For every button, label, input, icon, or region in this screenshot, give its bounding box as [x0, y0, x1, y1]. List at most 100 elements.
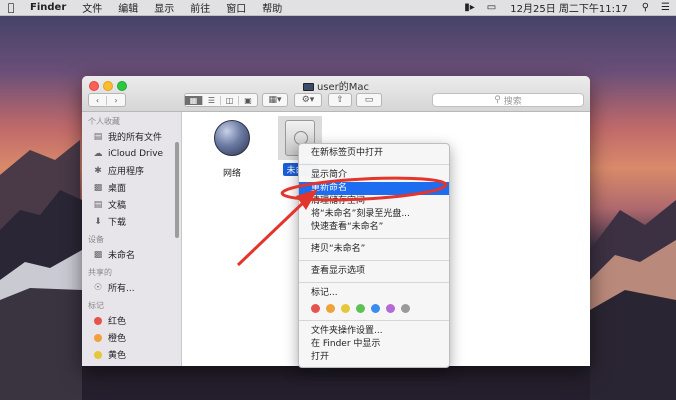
computer-icon: [302, 83, 314, 91]
network-globe-icon: [214, 120, 250, 156]
share-button[interactable]: ⇧: [328, 93, 352, 107]
sidebar-header-shared: 共享的: [88, 268, 112, 277]
battery-icon[interactable]: ▭: [481, 2, 502, 13]
menu-item-get-info[interactable]: 显示简介: [299, 169, 449, 182]
tag-color-yellow[interactable]: [341, 303, 350, 313]
search-icon: ⚲: [494, 95, 501, 105]
menu-item-quick-look[interactable]: 快速查看“未命名”: [299, 221, 449, 234]
apple-logo-icon[interactable]: : [0, 1, 22, 14]
file-item-label: 网络: [222, 169, 241, 179]
sidebar-item-label: 文稿: [108, 201, 127, 211]
menu-item-burn-to-disc[interactable]: 将“未命名”刻录至光盘...: [299, 208, 449, 221]
menu-item-rename[interactable]: 重新命名: [299, 182, 449, 195]
sidebar-item-all-files[interactable]: ▤ 我的所有文件: [82, 128, 181, 145]
menu-finder[interactable]: Finder: [22, 2, 74, 13]
sidebar-item-documents[interactable]: ▤ 文稿: [82, 196, 181, 213]
menu-edit[interactable]: 编辑: [110, 0, 146, 15]
menu-item-open-new-tab[interactable]: 在新标签页中打开: [299, 147, 449, 160]
menu-view[interactable]: 显示: [146, 0, 182, 15]
file-item-network[interactable]: 网络: [202, 120, 262, 179]
icon-view-icon[interactable]: ▦: [185, 95, 203, 105]
menu-clock[interactable]: 12月25日 周二下午11:17: [502, 0, 635, 15]
sidebar-item-label: 所有...: [108, 284, 135, 294]
sidebar-item-applications[interactable]: ✱ 应用程序: [82, 162, 181, 179]
sidebar-item-desktop[interactable]: ▩ 桌面: [82, 179, 181, 196]
back-forward-buttons: ‹ ›: [88, 93, 126, 107]
tag-icon: ▭: [364, 95, 374, 105]
menu-separator: [299, 282, 449, 283]
forward-arrow-icon[interactable]: ›: [107, 96, 125, 105]
menu-separator: [299, 260, 449, 261]
desktop-icon: ▩: [93, 182, 103, 193]
tag-red-dot: [94, 316, 102, 325]
sidebar-item-label: 我的所有文件: [108, 133, 163, 143]
sidebar-item-tag-yellow[interactable]: 黄色: [82, 346, 181, 363]
gear-icon: ⚙▾: [301, 95, 315, 105]
sidebar-item-label: 橙色: [108, 334, 127, 344]
column-view-icon[interactable]: ◫: [221, 95, 239, 105]
arrange-menu-button[interactable]: ▦▾: [262, 93, 288, 107]
list-view-icon[interactable]: ☰: [203, 95, 221, 105]
menu-item-view-options[interactable]: 查看显示选项: [299, 265, 449, 278]
search-input[interactable]: ⚲ 搜索: [432, 93, 584, 107]
network-globe-icon: ☉: [93, 282, 103, 293]
sidebar-item-all-shared[interactable]: ☉ 所有...: [82, 279, 181, 296]
sidebar-item-tag-red[interactable]: 红色: [82, 312, 181, 329]
menu-item-show-in-finder[interactable]: 在 Finder 中显示: [299, 338, 449, 351]
arrange-icon: ▦▾: [268, 95, 282, 105]
tag-color-blue[interactable]: [371, 303, 380, 313]
volume-icon[interactable]: ▮▸: [458, 2, 481, 13]
sidebar-header-favorites: 个人收藏: [88, 117, 120, 126]
notification-center-icon[interactable]: ☰: [655, 2, 676, 13]
window-title: user的Mac: [82, 78, 590, 93]
applications-icon: ✱: [94, 165, 102, 176]
spotlight-search-icon[interactable]: ⚲: [636, 2, 655, 13]
sidebar-item-label: 未命名: [108, 251, 136, 261]
menu-separator: [299, 238, 449, 239]
sidebar-item-icloud-drive[interactable]: ☁ iCloud Drive: [82, 145, 181, 162]
download-icon: ⬇: [94, 216, 102, 227]
menu-item-folder-actions[interactable]: 文件夹操作设置...: [299, 325, 449, 338]
disk-icon: ▩: [93, 249, 103, 260]
share-icon: ⇧: [336, 95, 344, 105]
tag-color-gray[interactable]: [401, 303, 410, 313]
sidebar-scrollbar[interactable]: [175, 142, 179, 238]
sidebar-item-label: iCloud Drive: [108, 148, 164, 159]
sidebar-item-downloads[interactable]: ⬇ 下载: [82, 213, 181, 230]
menu-separator: [299, 320, 449, 321]
sidebar-item-label: 红色: [108, 317, 127, 327]
tag-color-purple[interactable]: [386, 303, 395, 313]
all-files-icon: ▤: [93, 131, 103, 142]
sidebar-item-label: 应用程序: [108, 167, 145, 177]
sidebar-item-unnamed-disk[interactable]: ▩ 未命名: [82, 246, 181, 263]
sidebar-header-devices: 设备: [88, 235, 104, 244]
menu-item-copy[interactable]: 拷贝“未命名”: [299, 243, 449, 256]
menu-item-clean-storage[interactable]: 清理储存空间: [299, 195, 449, 208]
tag-color-red[interactable]: [311, 303, 320, 313]
menu-go[interactable]: 前往: [182, 0, 218, 15]
edit-tags-button[interactable]: ▭: [356, 93, 382, 107]
menu-item-open[interactable]: 打开: [299, 351, 449, 364]
menu-window[interactable]: 窗口: [218, 0, 254, 15]
context-menu: 在新标签页中打开 显示简介 重新命名 清理储存空间 将“未命名”刻录至光盘...…: [298, 143, 450, 368]
gallery-view-icon[interactable]: ▣: [239, 96, 257, 105]
menu-help[interactable]: 帮助: [254, 0, 290, 15]
sidebar-item-tag-orange[interactable]: 橙色: [82, 329, 181, 346]
tag-color-orange[interactable]: [326, 303, 335, 313]
menu-item-tags[interactable]: 标记...: [299, 287, 449, 300]
tag-color-green[interactable]: [356, 303, 365, 313]
sidebar-item-label: 下载: [108, 218, 127, 228]
tag-yellow-dot: [94, 350, 102, 359]
sidebar-item-label: 桌面: [108, 184, 127, 194]
action-menu-button[interactable]: ⚙▾: [294, 93, 322, 107]
sidebar: 个人收藏 ▤ 我的所有文件 ☁ iCloud Drive ✱ 应用程序 ▩ 桌面…: [82, 112, 182, 366]
tag-color-picker: [299, 300, 449, 316]
menu-separator: [299, 164, 449, 165]
back-arrow-icon[interactable]: ‹: [89, 95, 107, 105]
sidebar-header-tags: 标记: [88, 301, 104, 310]
sidebar-item-label: 黄色: [108, 351, 127, 361]
tag-orange-dot: [94, 333, 102, 342]
menu-file[interactable]: 文件: [74, 0, 110, 15]
search-placeholder: 搜索: [503, 96, 522, 107]
cloud-icon: ☁: [93, 148, 103, 159]
